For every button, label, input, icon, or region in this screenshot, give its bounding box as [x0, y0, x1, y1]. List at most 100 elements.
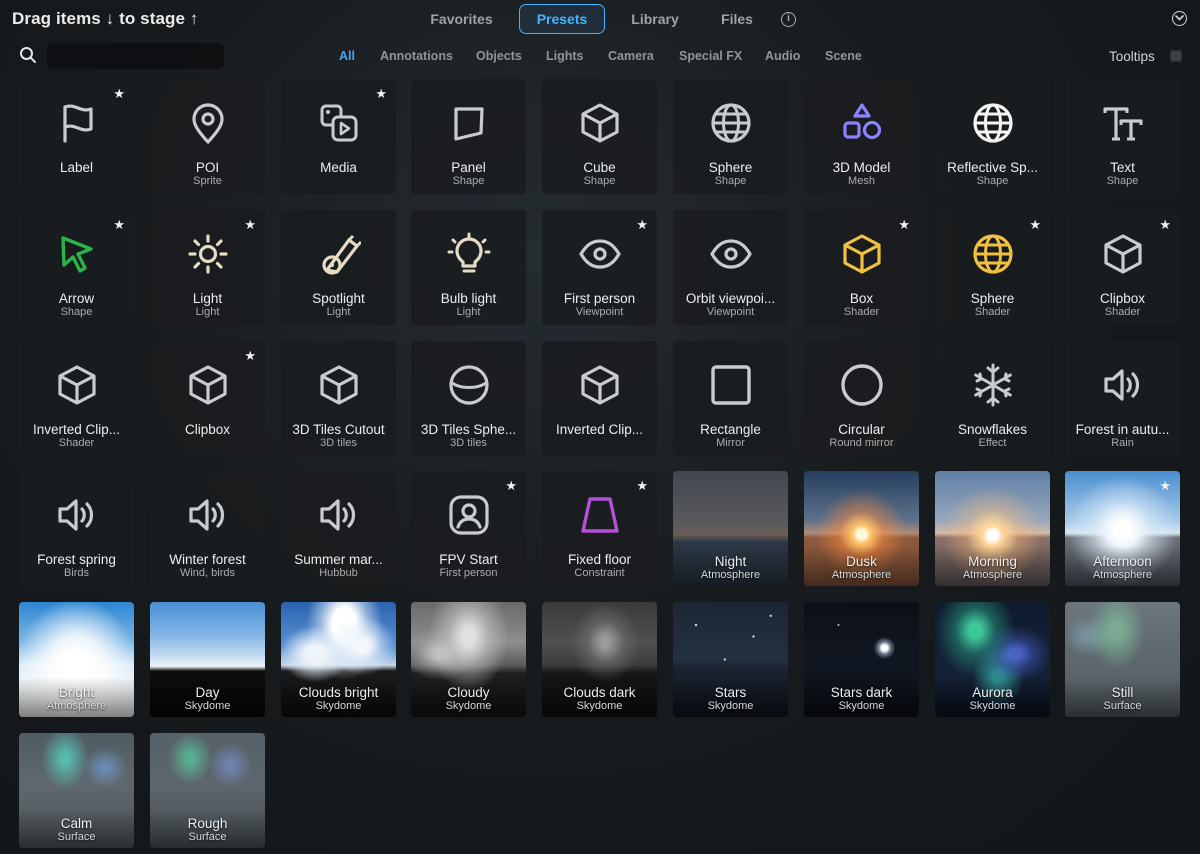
preset-tile-rectangle-23[interactable]: Rectangle Mirror	[673, 341, 788, 456]
search-input[interactable]	[46, 42, 225, 70]
preset-title: Summer mar...	[294, 552, 383, 567]
preset-tile-rough-46[interactable]: Rough Surface	[150, 733, 265, 848]
preset-tile-3d-tiles-sphe-21[interactable]: 3D Tiles Sphe... 3D tiles	[411, 341, 526, 456]
favorite-star-icon[interactable]: ★	[375, 87, 387, 100]
preset-tile-cube-4[interactable]: Cube Shape	[542, 79, 657, 194]
preset-tile-light-10[interactable]: ★ Light Light	[150, 210, 265, 325]
favorite-star-icon[interactable]: ★	[244, 218, 256, 231]
preset-tile-stars-dark-42[interactable]: Stars dark Skydome	[804, 602, 919, 717]
preset-tile-cloudy-39[interactable]: Cloudy Skydome	[411, 602, 526, 717]
tooltips-checkbox[interactable]	[1170, 50, 1182, 62]
favorite-star-icon[interactable]: ★	[636, 218, 648, 231]
preset-tile-clouds-bright-38[interactable]: Clouds bright Skydome	[281, 602, 396, 717]
preset-tile-first-person-13[interactable]: ★ First person Viewpoint	[542, 210, 657, 325]
preset-tile-orbit-viewpoi-14[interactable]: Orbit viewpoi... Viewpoint	[673, 210, 788, 325]
preset-subtitle: Effect	[978, 437, 1007, 449]
category-tab-scene[interactable]: Scene	[825, 49, 862, 63]
favorite-star-icon[interactable]: ★	[244, 349, 256, 362]
preset-tile-poi-1[interactable]: POI Sprite	[150, 79, 265, 194]
preset-tile-sphere-16[interactable]: ★ Sphere Shader	[935, 210, 1050, 325]
preset-subtitle: Surface	[1103, 700, 1142, 712]
preset-tile-dusk-33[interactable]: Dusk Atmosphere	[804, 471, 919, 586]
tab-library[interactable]: Library	[615, 4, 695, 34]
category-tab-lights[interactable]: Lights	[546, 49, 584, 63]
category-tab-special-fx[interactable]: Special FX	[679, 49, 742, 63]
chevron-down-icon[interactable]	[1172, 11, 1187, 26]
favorite-star-icon[interactable]: ★	[113, 87, 125, 100]
preset-tile-text-8[interactable]: Text Shape	[1065, 79, 1180, 194]
preset-tile-night-32[interactable]: Night Atmosphere	[673, 471, 788, 586]
preset-title: Media	[320, 160, 357, 175]
preset-tile-fpv-start-30[interactable]: ★ FPV Start First person	[411, 471, 526, 586]
preset-tile-3d-model-6[interactable]: 3D Model Mesh	[804, 79, 919, 194]
preset-tile-panel-3[interactable]: Panel Shape	[411, 79, 526, 194]
preset-subtitle: Atmosphere	[962, 569, 1023, 581]
preset-tile-inverted-clip-18[interactable]: Inverted Clip... Shader	[19, 341, 134, 456]
info-icon[interactable]: i	[781, 12, 796, 27]
preset-tile-media-2[interactable]: ★ Media	[281, 79, 396, 194]
top-tabs: Favorites Presets Library Files	[0, 4, 1200, 34]
preset-tile-bulb-light-12[interactable]: Bulb light Light	[411, 210, 526, 325]
preset-tile-reflective-sp-7[interactable]: Reflective Sp... Shape	[935, 79, 1050, 194]
header: Drag items ↓ to stage ↑ Favorites Preset…	[0, 0, 1200, 38]
preset-subtitle: Shape	[452, 175, 485, 187]
tab-files[interactable]: Files	[705, 4, 769, 34]
favorite-star-icon[interactable]: ★	[636, 479, 648, 492]
preset-tile-label-0[interactable]: ★ Label	[19, 79, 134, 194]
favorite-star-icon[interactable]: ★	[113, 218, 125, 231]
favorite-star-icon[interactable]: ★	[1159, 218, 1171, 231]
favorite-star-icon[interactable]: ★	[505, 479, 517, 492]
preset-subtitle: 3D tiles	[450, 437, 487, 449]
preset-tile-stars-41[interactable]: Stars Skydome	[673, 602, 788, 717]
preset-subtitle: Skydome	[838, 700, 885, 712]
preset-tile-box-15[interactable]: ★ Box Shader	[804, 210, 919, 325]
preset-tile-forest-in-autu-26[interactable]: Forest in autu... Rain	[1065, 341, 1180, 456]
preset-subtitle: Skydome	[576, 700, 623, 712]
preset-tile-spotlight-11[interactable]: Spotlight Light	[281, 210, 396, 325]
preset-tile-clipbox-17[interactable]: ★ Clipbox Shader	[1065, 210, 1180, 325]
preset-tile-fixed-floor-31[interactable]: ★ Fixed floor Constraint	[542, 471, 657, 586]
tab-favorites[interactable]: Favorites	[415, 4, 508, 34]
preset-tile-sphere-5[interactable]: Sphere Shape	[673, 79, 788, 194]
tab-presets[interactable]: Presets	[519, 4, 605, 34]
user-square-icon	[449, 495, 489, 535]
preset-title: Inverted Clip...	[32, 422, 121, 437]
map-pin-icon	[192, 103, 224, 144]
preset-tile-calm-45[interactable]: Calm Surface	[19, 733, 134, 848]
preset-subtitle: First person	[439, 567, 498, 579]
preset-subtitle: Surface	[57, 831, 96, 843]
preset-title: Inverted Clip...	[555, 422, 644, 437]
preset-tile-bright-36[interactable]: Bright Atmosphere	[19, 602, 134, 717]
preset-tile-summer-mar-29[interactable]: Summer mar... Hubbub	[281, 471, 396, 586]
preset-tile-afternoon-35[interactable]: ★ Afternoon Atmosphere	[1065, 471, 1180, 586]
favorite-star-icon[interactable]: ★	[1159, 479, 1171, 492]
preset-tile-still-44[interactable]: Still Surface	[1065, 602, 1180, 717]
preset-tile-inverted-clip-22[interactable]: Inverted Clip...	[542, 341, 657, 456]
preset-subtitle: Shape	[583, 175, 616, 187]
category-tab-camera[interactable]: Camera	[608, 49, 654, 63]
preset-tile-arrow-9[interactable]: ★ Arrow Shape	[19, 210, 134, 325]
preset-tile-snowflakes-25[interactable]: Snowflakes Effect	[935, 341, 1050, 456]
category-tab-objects[interactable]: Objects	[476, 49, 522, 63]
category-tab-annotations[interactable]: Annotations	[380, 49, 453, 63]
favorite-star-icon[interactable]: ★	[898, 218, 910, 231]
category-tab-all[interactable]: All	[339, 49, 355, 63]
preset-title: Cube	[583, 160, 616, 175]
preset-subtitle: Atmosphere	[46, 700, 107, 712]
preset-tile-day-37[interactable]: Day Skydome	[150, 602, 265, 717]
preset-subtitle: Skydome	[969, 700, 1016, 712]
favorite-star-icon[interactable]: ★	[1029, 218, 1041, 231]
bulb-icon	[447, 232, 491, 273]
preset-tile-3d-tiles-cutout-20[interactable]: 3D Tiles Cutout 3D tiles	[281, 341, 396, 456]
preset-tile-circular-24[interactable]: Circular Round mirror	[804, 341, 919, 456]
preset-tile-aurora-43[interactable]: Aurora Skydome	[935, 602, 1050, 717]
category-tab-audio[interactable]: Audio	[765, 49, 800, 63]
preset-title: Light	[192, 291, 223, 306]
preset-tile-winter-forest-28[interactable]: Winter forest Wind, birds	[150, 471, 265, 586]
preset-tile-clouds-dark-40[interactable]: Clouds dark Skydome	[542, 602, 657, 717]
preset-tile-forest-spring-27[interactable]: Forest spring Birds	[19, 471, 134, 586]
preset-title: Clouds bright	[298, 685, 379, 700]
preset-tile-clipbox-19[interactable]: ★ Clipbox	[150, 341, 265, 456]
preset-tile-morning-34[interactable]: Morning Atmosphere	[935, 471, 1050, 586]
preset-title: Orbit viewpoi...	[685, 291, 776, 306]
